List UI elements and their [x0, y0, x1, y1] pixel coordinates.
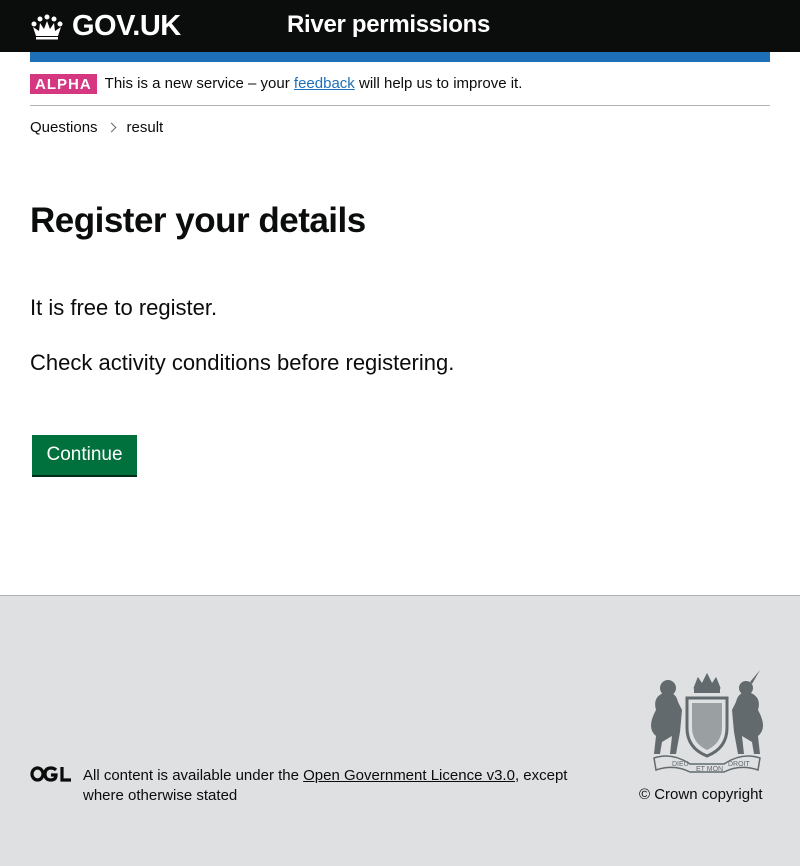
service-name-link[interactable]: River permissions	[287, 11, 490, 39]
chevron-right-icon	[106, 122, 116, 133]
phase-text-after: will help us to improve it.	[354, 75, 523, 92]
check-conditions-text: Check activity conditions before registe…	[30, 350, 455, 375]
royal-coat-of-arms-crest: DIEU ET MON DROIT	[651, 670, 763, 773]
crest-motto-right: DROIT	[728, 761, 751, 768]
licence-text-before: All content is available under the	[83, 767, 304, 784]
logo-text: GOV.UK	[72, 9, 181, 42]
breadcrumb: Questions result	[30, 119, 163, 136]
licence-text: All content is available under the Open …	[83, 766, 603, 806]
crown-copyright-link[interactable]: © Crown copyright	[639, 786, 763, 803]
open-government-licence-link[interactable]: Open Government Licence v3.0	[303, 767, 515, 784]
free-to-register-text: It is free to register.	[30, 295, 218, 320]
breadcrumb-current: result	[126, 119, 164, 136]
crest-motto-left: DIEU	[672, 761, 689, 768]
phase-banner: ALPHA This is a new service – your feedb…	[30, 62, 770, 106]
crown-icon	[31, 14, 63, 40]
page-title: Register your details	[30, 201, 366, 240]
site-header: GOV.UK River permissions	[0, 0, 800, 52]
crest-motto-center: ET MON	[696, 766, 723, 773]
phase-banner-text: This is a new service – your feedback wi…	[105, 75, 523, 92]
site-footer: DIEU ET MON DROIT All content is availab…	[0, 595, 800, 866]
alpha-tag: ALPHA	[30, 73, 97, 94]
breadcrumb-questions[interactable]: Questions	[30, 119, 98, 136]
ogl-logo	[30, 766, 71, 782]
feedback-link[interactable]: feedback	[294, 75, 355, 92]
continue-button[interactable]: Continue	[32, 435, 137, 475]
govuk-logo-link[interactable]: GOV.UK	[30, 9, 181, 43]
phase-text-before: This is a new service – your	[104, 75, 294, 92]
header-blue-bar	[30, 52, 770, 62]
